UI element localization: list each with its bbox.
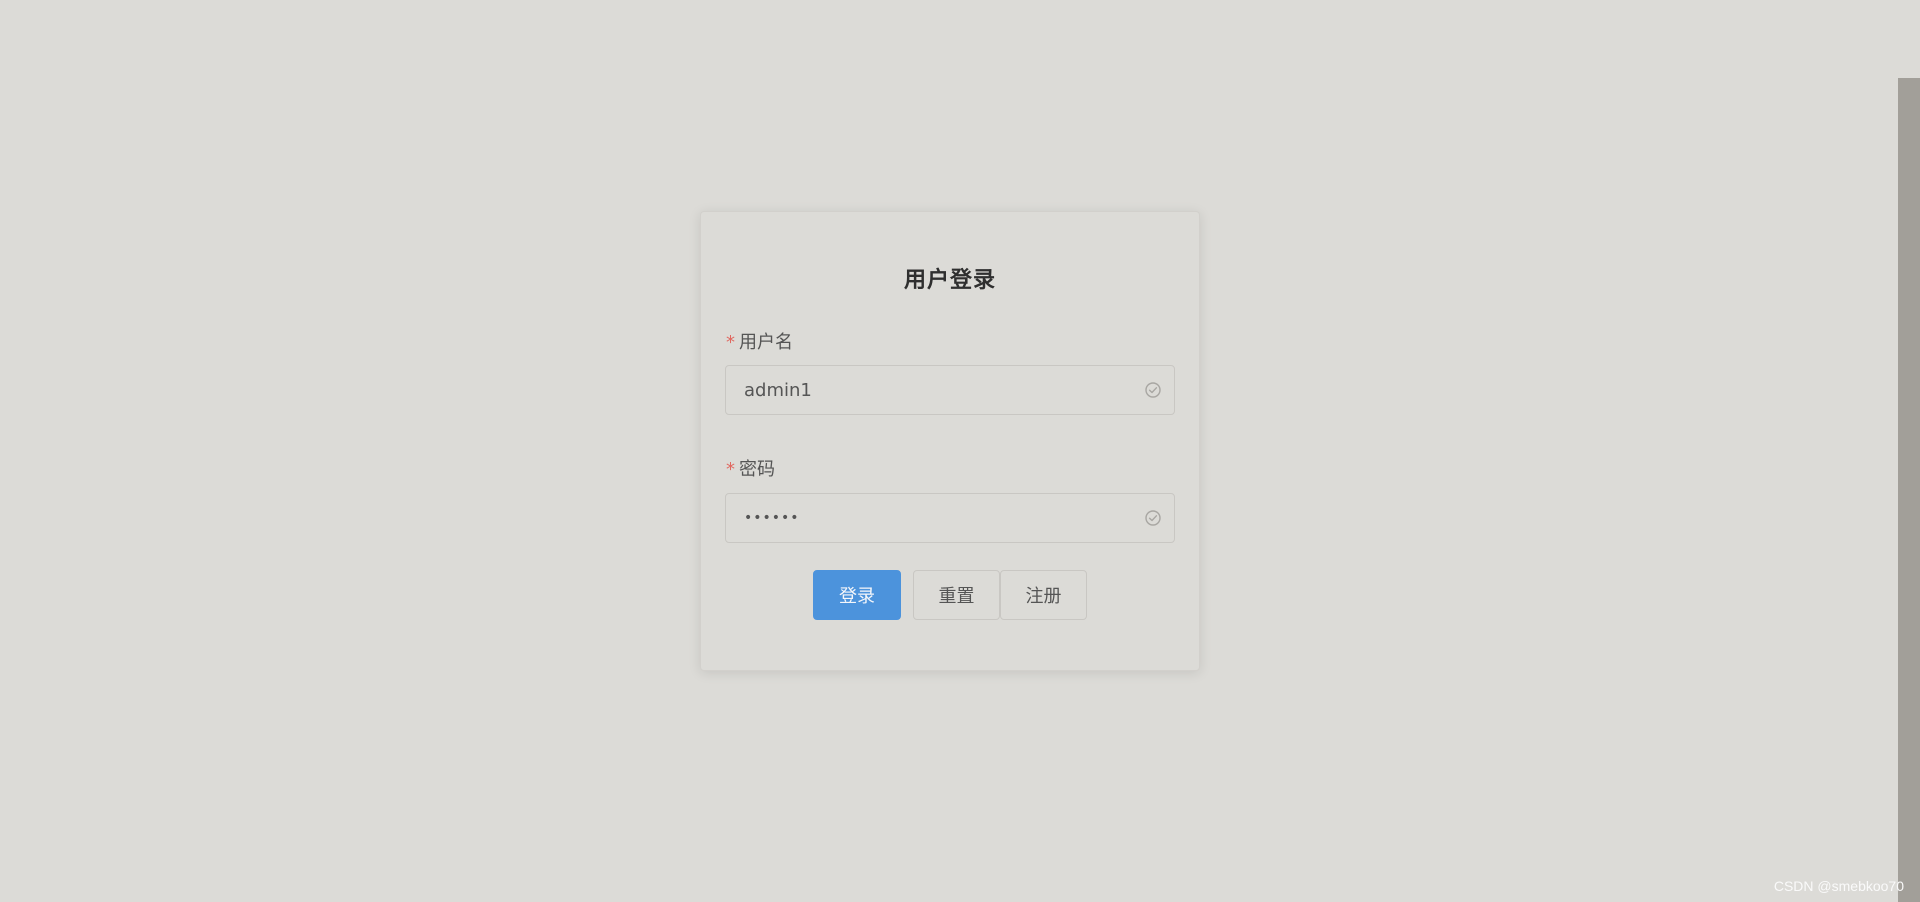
page-title: 用户登录: [903, 268, 996, 293]
register-button[interactable]: 注册: [1000, 570, 1087, 620]
circle-check-icon: [1145, 382, 1161, 398]
required-mark: *: [726, 459, 735, 480]
username-input[interactable]: [726, 366, 1144, 414]
circle-check-icon: [1145, 510, 1161, 526]
password-field[interactable]: ••••••: [725, 493, 1175, 543]
password-label-text: 密码: [739, 459, 775, 480]
username-label: * 用户名: [726, 328, 793, 354]
scrollbar-thumb[interactable]: [1898, 0, 1920, 78]
login-card: 用户登录 *用户名 *密码 •••••• 登录 重置 注册: [700, 211, 1200, 671]
scrollbar-track[interactable]: [1898, 0, 1920, 902]
required-mark: *: [726, 332, 735, 353]
watermark: CSDN @smebkoo70: [1773, 878, 1904, 894]
password-input[interactable]: ••••••: [744, 494, 800, 542]
page: 用户登录 *用户名 *密码 •••••• 登录 重置 注册: [0, 0, 1920, 902]
reset-button[interactable]: 重置: [913, 570, 1000, 620]
username-field[interactable]: [725, 365, 1175, 415]
login-button[interactable]: 登录: [813, 570, 901, 620]
username-label-text: 用户名: [739, 332, 793, 353]
password-label: * 密码: [726, 455, 775, 481]
